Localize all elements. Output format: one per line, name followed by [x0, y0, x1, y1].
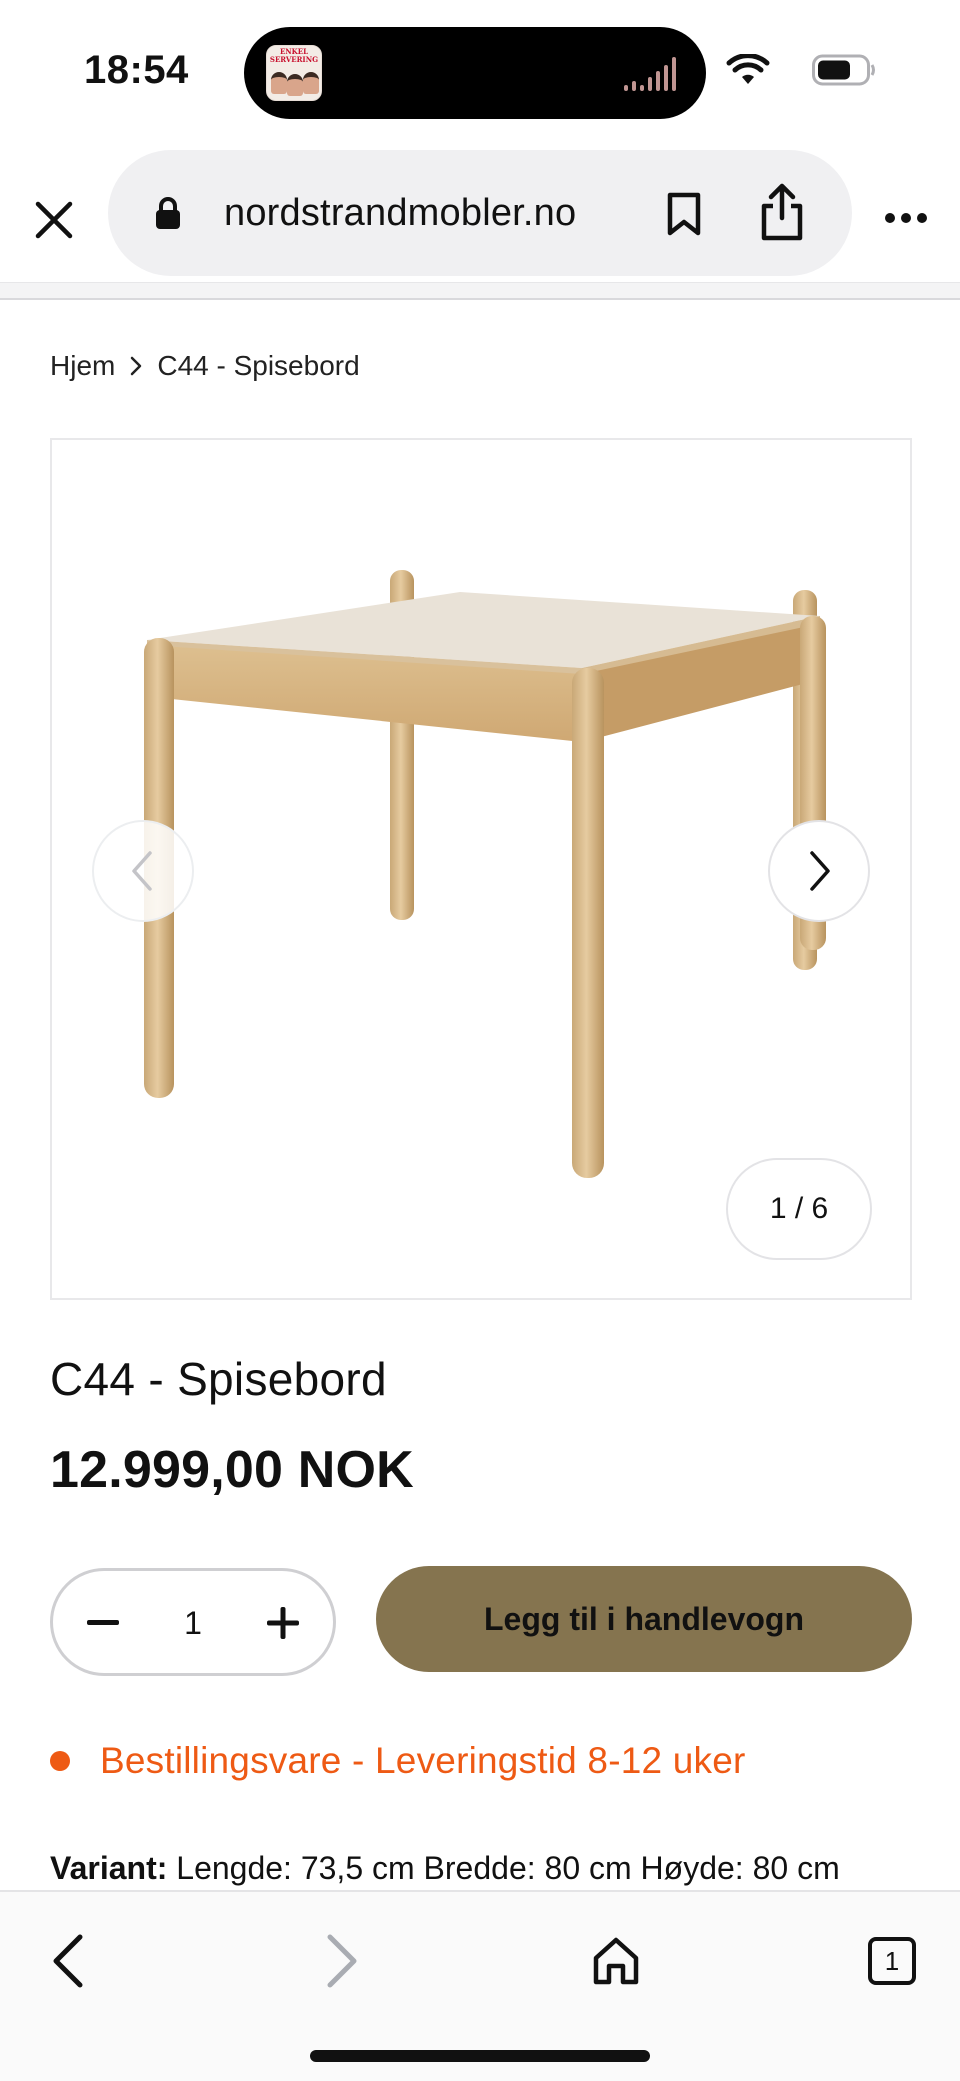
- status-time: 18:54: [84, 48, 189, 92]
- stock-status: Bestillingsvare - Leveringstid 8-12 uker: [50, 1740, 746, 1782]
- plus-icon: [267, 1607, 299, 1639]
- url-field[interactable]: nordstrandmobler.no: [108, 150, 852, 276]
- gallery-prev-button[interactable]: [92, 820, 194, 922]
- home-button[interactable]: [586, 1926, 646, 1996]
- back-arrow-icon: [53, 1934, 83, 1988]
- quantity-increase-button[interactable]: [253, 1593, 313, 1653]
- gallery-next-button[interactable]: [768, 820, 870, 922]
- variant-info: Variant: Lengde: 73,5 cm Bredde: 80 cm H…: [50, 1850, 840, 1887]
- status-bar: 18:54 ENKEL SERVERING: [0, 0, 960, 140]
- lock-icon: [156, 197, 180, 229]
- product-price: 12.999,00 NOK: [50, 1441, 414, 1499]
- now-playing-artwork: ENKEL SERVERING: [266, 45, 322, 101]
- share-button[interactable]: [752, 176, 812, 248]
- status-dot-icon: [50, 1751, 70, 1771]
- chevron-left-icon: [132, 851, 152, 891]
- page-top-divider: [0, 282, 960, 300]
- back-button[interactable]: [38, 1926, 98, 1996]
- breadcrumb: Hjem C44 - Spisebord: [50, 350, 360, 382]
- variant-value: Lengde: 73,5 cm Bredde: 80 cm Høyde: 80 …: [176, 1850, 840, 1886]
- stock-status-text: Bestillingsvare - Leveringstid 8-12 uker: [100, 1740, 746, 1781]
- breadcrumb-home-link[interactable]: Hjem: [50, 350, 115, 382]
- share-icon: [761, 183, 803, 241]
- close-button[interactable]: [24, 190, 84, 250]
- quantity-decrease-button[interactable]: [73, 1593, 133, 1653]
- url-text: nordstrandmobler.no: [224, 192, 577, 234]
- bookmark-button[interactable]: [654, 184, 714, 244]
- status-indicators: [726, 52, 876, 88]
- tab-count: 1: [868, 1937, 916, 1985]
- product-gallery[interactable]: 1 / 6: [50, 438, 912, 1300]
- wifi-icon: [726, 54, 770, 84]
- minus-icon: [87, 1620, 119, 1625]
- chevron-right-icon: [810, 851, 830, 891]
- product-title: C44 - Spisebord: [50, 1353, 387, 1405]
- home-icon: [593, 1937, 639, 1985]
- now-playing-artwork-caption: ENKEL SERVERING: [269, 47, 319, 64]
- bookmark-icon: [667, 192, 701, 236]
- forward-arrow-icon: [327, 1934, 357, 1988]
- more-icon: [885, 213, 927, 223]
- tabs-button[interactable]: 1: [862, 1926, 922, 1996]
- chevron-right-icon: [127, 354, 145, 378]
- battery-icon: [812, 54, 875, 86]
- add-to-cart-button[interactable]: Legg til i handlevogn: [376, 1566, 912, 1672]
- dynamic-island[interactable]: ENKEL SERVERING: [244, 27, 706, 119]
- audio-waveform-icon: [624, 57, 684, 91]
- browser-address-bar: nordstrandmobler.no: [0, 140, 960, 280]
- variant-label: Variant:: [50, 1850, 168, 1886]
- quantity-stepper: 1: [50, 1568, 336, 1676]
- close-icon: [35, 201, 73, 239]
- home-indicator[interactable]: [310, 2050, 650, 2062]
- breadcrumb-current: C44 - Spisebord: [157, 350, 360, 381]
- forward-button[interactable]: [312, 1926, 372, 1996]
- gallery-counter: 1 / 6: [726, 1158, 872, 1260]
- quantity-input[interactable]: 1: [153, 1605, 233, 1642]
- more-button[interactable]: [876, 198, 936, 238]
